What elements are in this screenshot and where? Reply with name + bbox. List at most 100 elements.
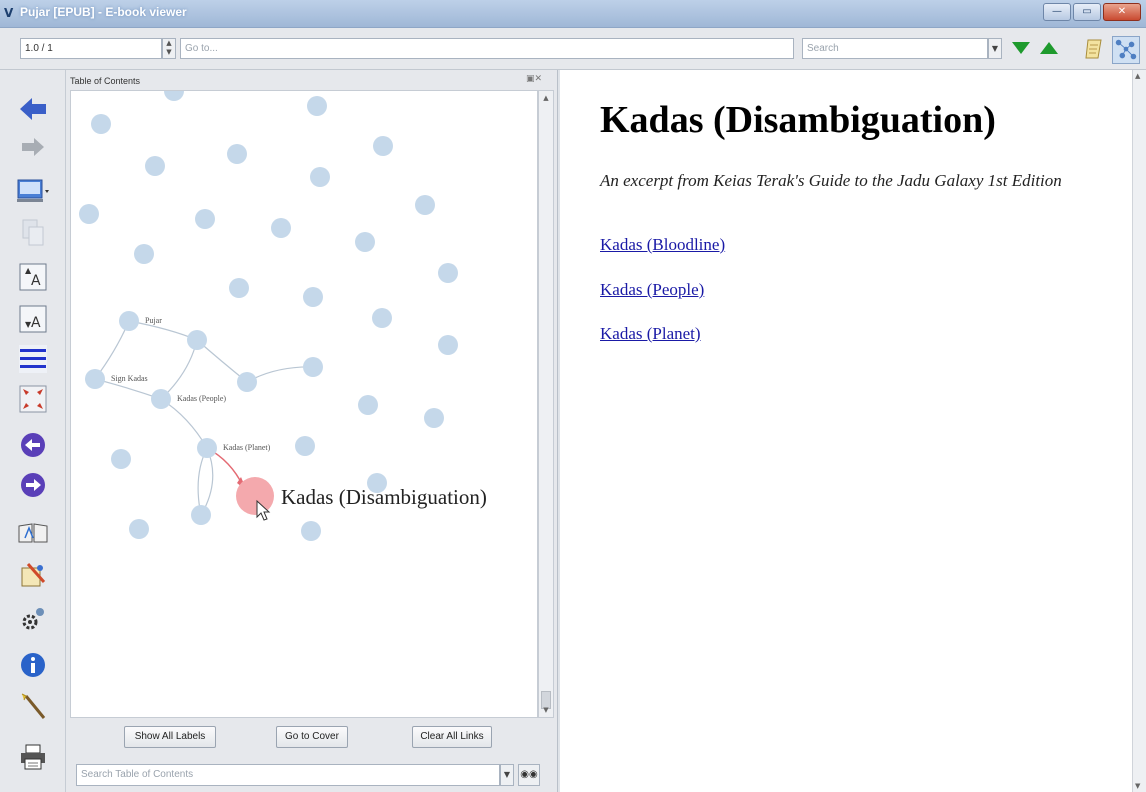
svg-text:A: A (31, 273, 41, 289)
monitor-icon[interactable] (16, 174, 50, 208)
node-pujar (119, 311, 139, 331)
scroll-down-icon[interactable]: ▼ (539, 703, 553, 717)
show-all-labels-button[interactable]: Show All Labels (124, 726, 216, 748)
panel-float-close-icon[interactable]: ▣✕ (526, 74, 542, 84)
link-kadas-planet[interactable]: Kadas (Planet) (600, 324, 701, 344)
print-icon[interactable] (16, 740, 50, 774)
graph-node (438, 263, 458, 283)
fullscreen-icon[interactable] (16, 382, 50, 416)
toc-title: Table of Contents (70, 76, 141, 86)
page-number-input[interactable]: 1.0 / 1 (20, 38, 162, 59)
settings-gear-icon[interactable] (16, 602, 50, 636)
book-icon[interactable] (16, 516, 50, 550)
info-icon[interactable] (16, 648, 50, 682)
maximize-button[interactable]: ▭ (1073, 3, 1101, 21)
node-kadas-people (151, 389, 171, 409)
graph-edge (94, 320, 130, 380)
next-page-icon[interactable] (16, 468, 50, 502)
node-unlabeled (191, 505, 211, 525)
graph-node (129, 519, 149, 539)
bookmark-note-icon[interactable] (1084, 38, 1104, 60)
node-label-kadas-planet: Kadas (Planet) (223, 443, 271, 452)
node-current[interactable] (236, 477, 274, 515)
title-bar: V Pujar [EPUB] - E-book viewer — ▭ ✕ (0, 0, 1146, 28)
ebook-viewer-window: V Pujar [EPUB] - E-book viewer — ▭ ✕ 1.0… (0, 0, 1146, 792)
node-unlabeled (187, 330, 207, 350)
find-next-icon[interactable] (1012, 42, 1030, 54)
back-arrow-icon[interactable] (16, 92, 50, 126)
dropdown-icon[interactable]: ▼ (500, 764, 514, 786)
graph-node (415, 195, 435, 215)
graph-node (310, 167, 330, 187)
graph-node (271, 218, 291, 238)
graph-edge (246, 366, 314, 383)
window-title: Pujar [EPUB] - E-book viewer (20, 5, 187, 19)
graph-node (134, 244, 154, 264)
preferences-icon[interactable] (16, 558, 50, 592)
graph-edge (160, 339, 198, 400)
find-previous-icon[interactable] (1040, 42, 1058, 54)
close-button[interactable]: ✕ (1103, 3, 1141, 21)
toolbar: 1.0 / 1 ▲ ▼ Go to... Search ▼ (0, 28, 1146, 70)
icon-sidebar: ▲ A ▼ A (0, 70, 66, 792)
toc-lines-icon[interactable] (16, 342, 50, 376)
graph-node (303, 287, 323, 307)
graph-edge (160, 398, 208, 449)
scroll-up-icon[interactable]: ▲ (539, 91, 553, 105)
graph-node (79, 204, 99, 224)
copy-icon[interactable] (16, 216, 50, 250)
search-input[interactable]: Search (802, 38, 988, 59)
node-sign-kadas (85, 369, 105, 389)
content-scrollbar[interactable]: ▲ ▼ (1132, 70, 1146, 792)
graph-node (164, 91, 184, 101)
font-larger-icon[interactable]: ▲ A (16, 260, 50, 294)
graph-node (355, 232, 375, 252)
graph-node (358, 395, 378, 415)
graph-node (229, 278, 249, 298)
node-label-pujar: Pujar (145, 316, 162, 325)
magic-wand-icon[interactable] (16, 690, 50, 724)
graph-edge (128, 320, 198, 341)
clear-all-links-button[interactable]: Clear All Links (412, 726, 492, 748)
toc-scrollbar[interactable]: ▲ ▼ (538, 90, 554, 718)
dropdown-icon[interactable]: ▼ (988, 38, 1002, 59)
node-label-current: Kadas (Disambiguation) (281, 485, 487, 509)
svg-text:A: A (31, 315, 41, 331)
graph-node (295, 436, 315, 456)
goto-input[interactable]: Go to... (180, 38, 794, 59)
graph-node (372, 308, 392, 328)
minimize-button[interactable]: — (1043, 3, 1071, 21)
graph-node (307, 96, 327, 116)
link-kadas-people[interactable]: Kadas (People) (600, 280, 704, 300)
graph-node (301, 521, 321, 541)
graph-node (424, 408, 444, 428)
scroll-up-icon[interactable]: ▲ (1135, 72, 1140, 80)
graph-node (195, 209, 215, 229)
previous-page-icon[interactable] (16, 428, 50, 462)
go-to-cover-button[interactable]: Go to Cover (276, 726, 348, 748)
node-unlabeled (237, 372, 257, 392)
forward-arrow-icon[interactable] (16, 130, 50, 164)
font-smaller-icon[interactable]: ▼ A (16, 302, 50, 336)
binoculars-icon[interactable]: ◉◉ (518, 764, 540, 786)
toc-graph[interactable]: Pujar Sign Kadas Kadas (People) Kadas (P… (70, 90, 538, 718)
graph-node (438, 335, 458, 355)
graph-view-icon[interactable] (1112, 36, 1140, 64)
app-icon: V (4, 6, 14, 20)
graph-node (373, 136, 393, 156)
graph-node (111, 449, 131, 469)
node-label-sign-kadas: Sign Kadas (111, 374, 148, 383)
graph-node (91, 114, 111, 134)
scroll-down-icon[interactable]: ▼ (1135, 782, 1140, 790)
graph-node (145, 156, 165, 176)
graph-node (227, 144, 247, 164)
node-label-kadas-people: Kadas (People) (177, 394, 226, 403)
book-content: Kadas (Disambiguation) An excerpt from K… (560, 70, 1132, 792)
spinner-icon[interactable]: ▲ ▼ (162, 38, 176, 59)
link-kadas-bloodline[interactable]: Kadas (Bloodline) (600, 235, 725, 255)
toc-search-input[interactable]: Search Table of Contents (76, 764, 500, 786)
page-heading: Kadas (Disambiguation) (600, 99, 996, 141)
toc-panel: Table of Contents ▣✕ Pujar Sign Kadas Ka… (66, 70, 558, 792)
node-unlabeled (303, 357, 323, 377)
excerpt-subtitle: An excerpt from Keias Terak's Guide to t… (600, 171, 1062, 190)
